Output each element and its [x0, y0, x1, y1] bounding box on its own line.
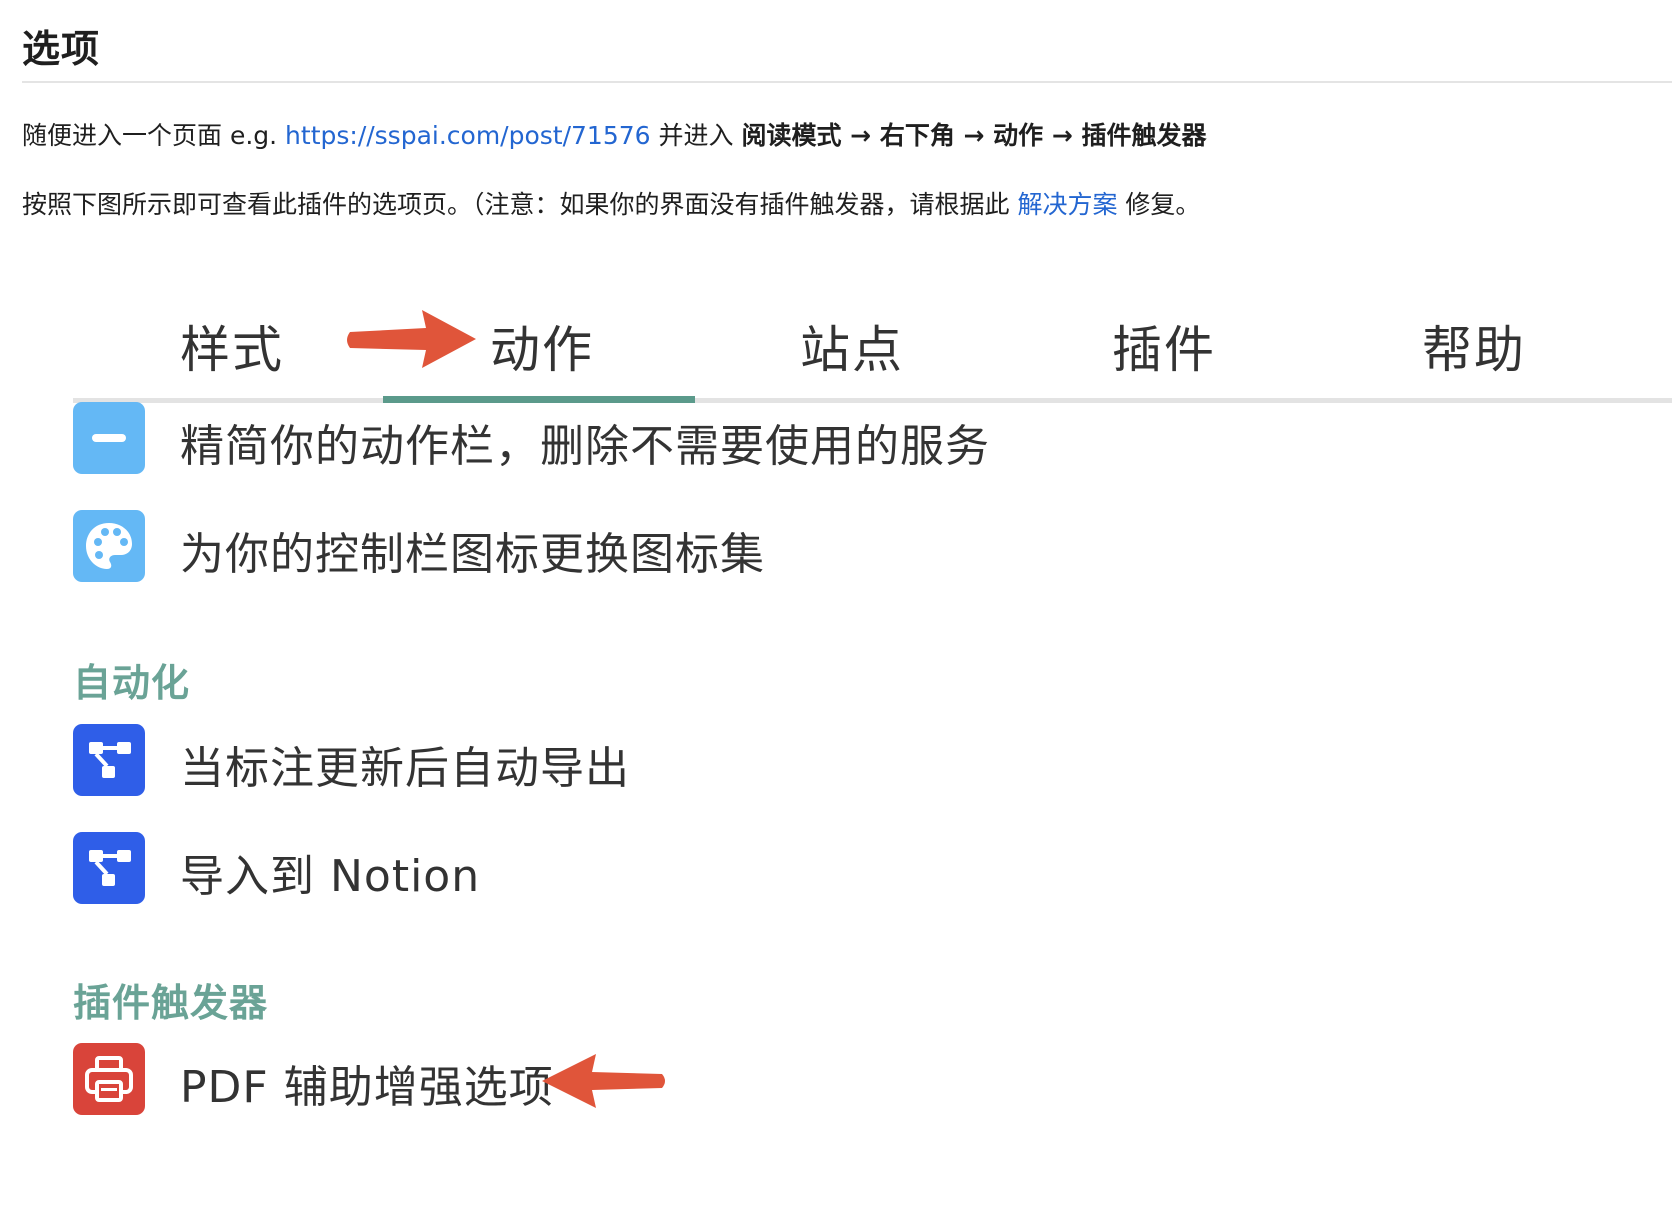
tab-sites[interactable]: 站点	[800, 310, 904, 382]
instruction-paragraph: 随便进入一个页面 e.g. https://sspai.com/post/715…	[22, 116, 1207, 152]
tab-actions[interactable]: 动作	[490, 310, 594, 382]
section-title-automation: 自动化	[73, 661, 191, 705]
page-heading: 选项	[22, 27, 101, 71]
workflow-icon	[73, 724, 145, 796]
tab-style[interactable]: 样式	[180, 310, 284, 382]
list-item-label: 精简你的动作栏，删除不需要使用的服务	[180, 421, 990, 472]
tab-help[interactable]: 帮助	[1422, 310, 1526, 382]
note-suffix: 修复。	[1117, 190, 1201, 219]
note-prefix: 按照下图所示即可查看此插件的选项页。（注意：如果你的界面没有插件触发器，请根据此	[22, 190, 1018, 219]
heading-divider	[22, 81, 1672, 83]
instruction-middle: 并进入	[650, 121, 742, 150]
palette-icon	[73, 510, 145, 582]
list-item-label: 为你的控制栏图标更换图标集	[180, 529, 765, 580]
solution-link[interactable]: 解决方案	[1017, 190, 1117, 219]
workflow-icon	[73, 832, 145, 904]
list-item-label: 当标注更新后自动导出	[180, 743, 630, 794]
instruction-path: 阅读模式 → 右下角 → 动作 → 插件触发器	[741, 121, 1207, 150]
tab-underline	[73, 398, 1672, 403]
section-title-plugin-trigger: 插件触发器	[73, 981, 269, 1025]
left-arrow-icon	[542, 1054, 665, 1108]
printer-icon	[73, 1043, 145, 1115]
active-tab-indicator	[383, 396, 695, 403]
list-item-label: PDF 辅助增强选项	[180, 1062, 554, 1113]
minus-icon	[73, 402, 145, 474]
list-item-label: 导入到 Notion	[180, 851, 481, 902]
instruction-prefix: 随便进入一个页面 e.g.	[22, 121, 286, 150]
note-paragraph: 按照下图所示即可查看此插件的选项页。（注意：如果你的界面没有插件触发器，请根据此…	[22, 185, 1200, 221]
example-link[interactable]: https://sspai.com/post/71576	[285, 121, 651, 150]
settings-tab-bar: 样式 动作 站点 插件 帮助	[0, 300, 1672, 410]
right-arrow-icon	[347, 310, 476, 368]
tab-plugins[interactable]: 插件	[1112, 310, 1216, 382]
